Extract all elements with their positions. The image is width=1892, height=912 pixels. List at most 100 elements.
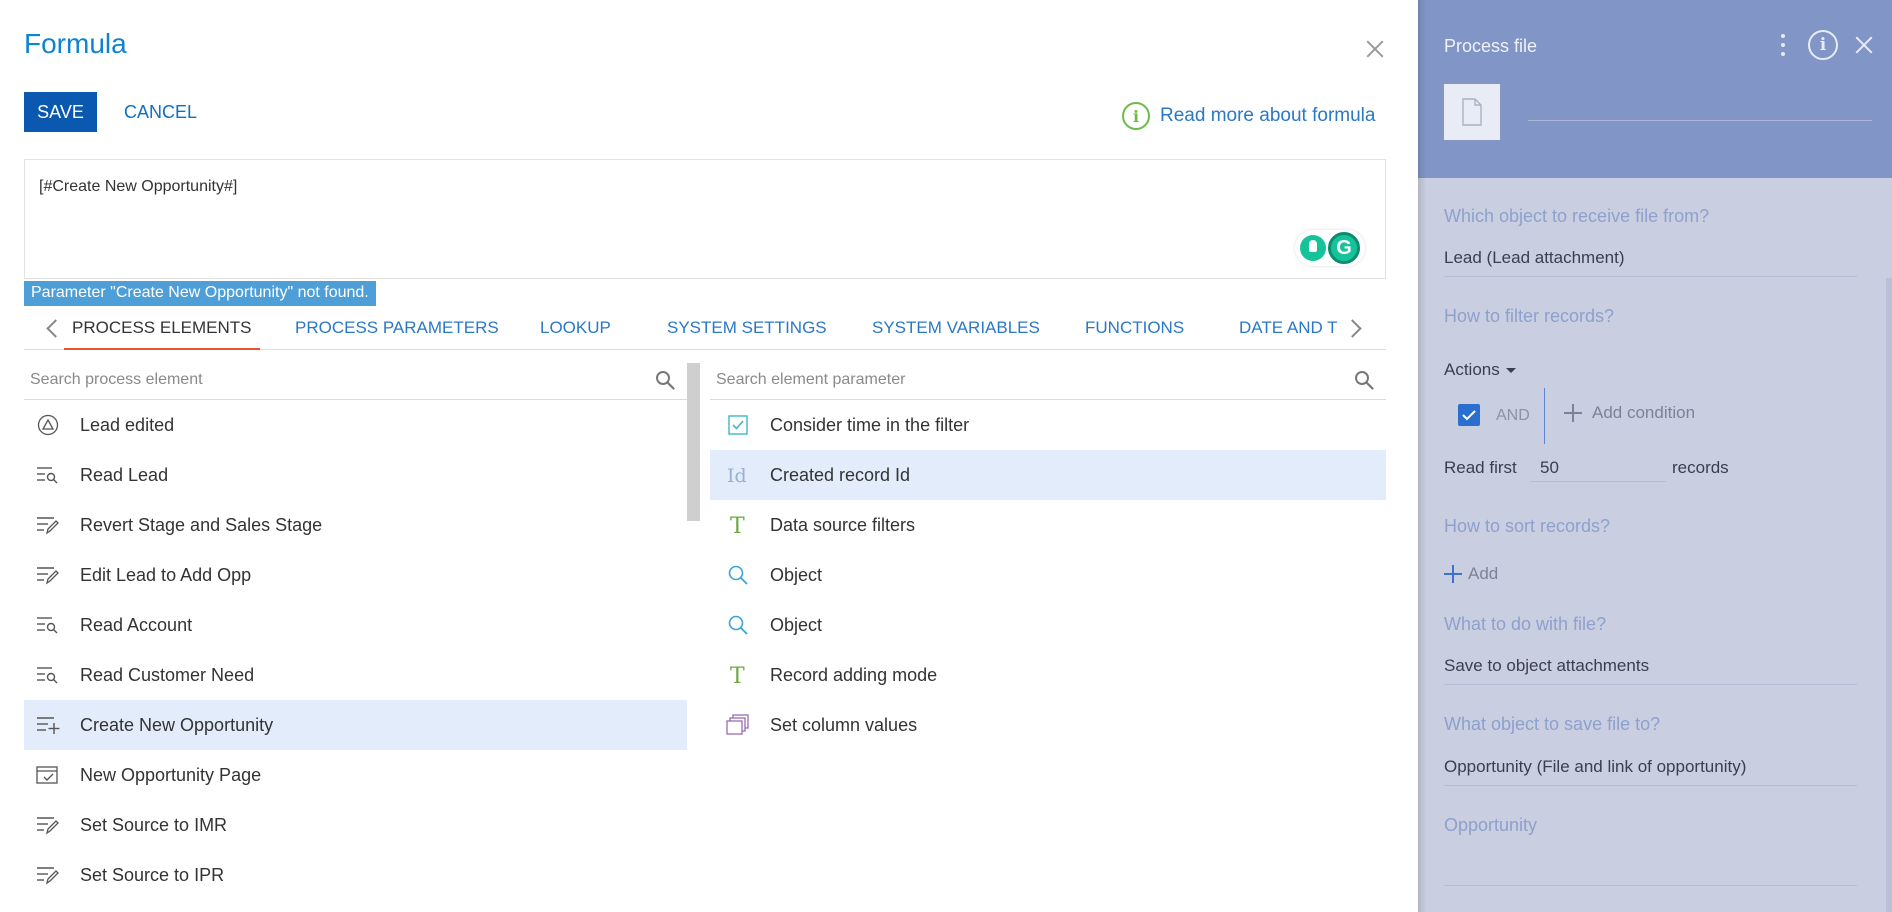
read-first-label: Read first: [1444, 458, 1517, 477]
svg-text:Id: Id: [727, 465, 747, 485]
element-parameter-search: [710, 360, 1386, 400]
list-item[interactable]: Create New Opportunity: [24, 700, 687, 750]
add-condition-label: Add condition: [1592, 403, 1696, 422]
grammarly-icon[interactable]: G: [1328, 232, 1360, 264]
plus-icon: [1444, 565, 1462, 583]
info-icon[interactable]: i: [1808, 30, 1838, 60]
list-item[interactable]: Set column values: [710, 700, 1386, 750]
list-item-label: Read Lead: [80, 464, 169, 485]
actions-label: Actions: [1444, 360, 1500, 379]
caret-down-icon: [1505, 367, 1516, 373]
list-item[interactable]: Object: [710, 600, 1386, 650]
process-file-panel: Process file i Which object to receive f…: [1418, 0, 1892, 912]
lightbulb-icon[interactable]: [1300, 235, 1326, 261]
question-opportunity: Opportunity: [1444, 815, 1538, 835]
tab-date-and-time[interactable]: DATE AND TI: [1239, 306, 1339, 350]
do-with-file-field[interactable]: Save to object attachments: [1444, 656, 1857, 685]
list-item[interactable]: Read Lead: [24, 450, 687, 500]
read-first-input[interactable]: [1530, 454, 1666, 482]
list-item-label: Revert Stage and Sales Stage: [80, 514, 323, 535]
receive-from-field[interactable]: Lead (Lead attachment): [1444, 248, 1857, 277]
cancel-button[interactable]: CANCEL: [124, 92, 197, 132]
read-more-label: Read more about formula: [1160, 105, 1376, 126]
file-icon: [1444, 84, 1500, 140]
element-parameters-panel: Consider time in the filter Id Created r…: [710, 360, 1386, 912]
and-operator-label[interactable]: AND: [1496, 407, 1530, 425]
search-icon[interactable]: [655, 370, 675, 390]
list-item[interactable]: Lead edited: [24, 400, 687, 450]
close-icon[interactable]: [1853, 34, 1875, 56]
lookup-icon: [726, 613, 750, 637]
filter-group-checkbox[interactable]: [1458, 404, 1480, 426]
add-condition-button[interactable]: Add condition: [1564, 403, 1695, 423]
edit-data-icon: [36, 813, 60, 837]
list-item-label: Set Source to IMR: [80, 814, 228, 835]
list-item[interactable]: Read Customer Need: [24, 650, 687, 700]
lookup-icon: [726, 563, 750, 587]
list-item[interactable]: Set Source to IMR: [24, 800, 687, 850]
close-icon[interactable]: [1364, 38, 1386, 60]
process-element-search-input[interactable]: [24, 360, 687, 399]
element-name-field[interactable]: [1528, 120, 1872, 121]
plus-icon: [1564, 404, 1582, 422]
process-elements-scrollbar[interactable]: [687, 363, 700, 521]
info-icon: i: [1122, 102, 1150, 130]
question-save-to: What object to save file to?: [1444, 714, 1661, 734]
list-item-label: Set Source to IPR: [80, 864, 225, 885]
open-page-icon: [36, 763, 60, 787]
read-data-icon: [36, 613, 60, 637]
element-parameters-list: Consider time in the filter Id Created r…: [710, 400, 1386, 912]
add-sort-label: Add: [1468, 564, 1499, 583]
tab-process-parameters[interactable]: PROCESS PARAMETERS: [295, 306, 499, 350]
records-label: records: [1672, 458, 1729, 477]
list-item[interactable]: New Opportunity Page: [24, 750, 687, 800]
dialog-title: Formula: [24, 28, 127, 59]
list-item[interactable]: Object: [710, 550, 1386, 600]
search-icon[interactable]: [1354, 370, 1374, 390]
question-do-with-file: What to do with file?: [1444, 614, 1607, 634]
list-item[interactable]: T Record adding mode: [710, 650, 1386, 700]
formula-text[interactable]: [#Create New Opportunity#]: [39, 178, 237, 196]
more-options-icon[interactable]: [1776, 32, 1790, 58]
actions-dropdown[interactable]: Actions: [1444, 360, 1516, 380]
tab-lookup[interactable]: LOOKUP: [540, 306, 611, 350]
list-item[interactable]: T Data source filters: [710, 500, 1386, 550]
list-item[interactable]: Read Account: [24, 600, 687, 650]
list-item-label: Lead edited: [80, 414, 175, 435]
opportunity-field[interactable]: [1444, 862, 1857, 886]
element-parameter-search-input[interactable]: [710, 360, 1386, 399]
list-item[interactable]: Edit Lead to Add Opp: [24, 550, 687, 600]
add-data-icon: [36, 713, 60, 737]
add-sort-button[interactable]: Add: [1444, 564, 1498, 584]
signal-triangle-icon: [36, 413, 60, 437]
list-item-label: Object: [770, 564, 823, 585]
collection-icon: [726, 713, 750, 737]
chevron-left-icon[interactable]: [42, 316, 64, 340]
list-item-label: New Opportunity Page: [80, 764, 262, 785]
grammarly-widget[interactable]: G: [1295, 230, 1365, 266]
tab-system-settings[interactable]: SYSTEM SETTINGS: [667, 306, 827, 350]
list-item-label: Consider time in the filter: [770, 414, 970, 435]
save-button[interactable]: SAVE: [24, 92, 97, 132]
list-item-label: Read Customer Need: [80, 664, 255, 685]
list-item[interactable]: Set Source to IPR: [24, 850, 687, 900]
tab-system-variables[interactable]: SYSTEM VARIABLES: [872, 306, 1040, 350]
tab-functions[interactable]: FUNCTIONS: [1085, 306, 1184, 350]
list-item[interactable]: Consider time in the filter: [710, 400, 1386, 450]
save-to-field[interactable]: Opportunity (File and link of opportunit…: [1444, 757, 1857, 786]
tab-process-elements[interactable]: PROCESS ELEMENTS: [64, 306, 259, 350]
tabs-bar: PROCESS ELEMENTS PROCESS PARAMETERS LOOK…: [24, 306, 1386, 350]
process-element-search: [24, 360, 687, 400]
tabs-track: PROCESS ELEMENTS PROCESS PARAMETERS LOOK…: [64, 306, 1339, 350]
list-item[interactable]: Id Created record Id: [710, 450, 1386, 500]
list-item[interactable]: Revert Stage and Sales Stage: [24, 500, 687, 550]
side-panel-scrollbar[interactable]: [1886, 278, 1892, 912]
chevron-right-icon[interactable]: [1344, 316, 1366, 340]
error-banner: Parameter "Create New Opportunity" not f…: [24, 281, 376, 306]
list-item-label: Set column values: [770, 714, 918, 735]
list-item-label: Edit Lead to Add Opp: [80, 564, 252, 585]
read-more-link[interactable]: i Read more about formula: [1122, 102, 1375, 130]
list-item-label: Object: [770, 614, 823, 635]
list-item-label: Created record Id: [770, 464, 911, 485]
formula-editor[interactable]: [#Create New Opportunity#] G: [24, 159, 1386, 279]
